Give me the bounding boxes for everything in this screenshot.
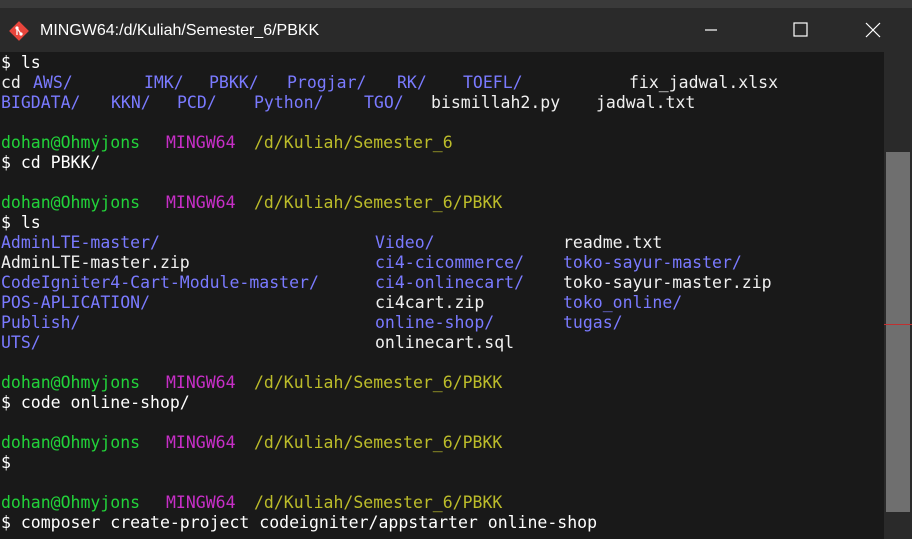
directory-entry: AdminLTE-master/	[1, 233, 160, 252]
directory-entry: KKN/	[111, 93, 151, 112]
prompt-path: /d/Kuliah/Semester_6/PBKK	[254, 373, 503, 392]
close-button[interactable]	[846, 8, 904, 52]
prompt-user: dohan@Ohmyjons	[1, 193, 141, 212]
listing-row: CodeIgniter4-Cart-Module-master/ ci4-onl…	[1, 273, 881, 293]
listing-row: POS-APLICATION/ ci4cart.zip toko_online/	[1, 293, 881, 313]
directory-entry: TOEFL/	[463, 73, 523, 92]
shell-prompt: dohan@Ohmyjons MINGW64 /d/Kuliah/Semeste…	[1, 133, 881, 153]
command-line: $ code online-shop/	[1, 393, 190, 412]
prompt-system: MINGW64	[166, 133, 236, 152]
file-entry: toko-sayur-master.zip	[563, 273, 772, 292]
terminal-output[interactable]: $ ls cd AWS/ IMK/ PBKK/ Progjar/ RK/ TOE…	[0, 52, 884, 539]
directory-entry: PBKK/	[209, 73, 259, 92]
directory-entry: ci4-cicommerce/	[375, 253, 525, 272]
prompt-path: /d/Kuliah/Semester_6/PBKK	[254, 193, 503, 212]
directory-entry: AWS/	[33, 73, 73, 92]
directory-entry: online-shop/	[375, 313, 495, 332]
minimize-button[interactable]	[682, 8, 740, 52]
listing-row: Publish/ online-shop/ tugas/	[1, 313, 881, 333]
title-bar[interactable]: MINGW64:/d/Kuliah/Semester_6/PBKK	[0, 8, 912, 52]
prompt-system: MINGW64	[166, 433, 236, 452]
file-entry: bismillah2.py	[431, 93, 561, 112]
listing-row: cd AWS/ IMK/ PBKK/ Progjar/ RK/ TOEFL/ f…	[1, 73, 881, 93]
directory-entry: POS-APLICATION/	[1, 293, 151, 312]
scrollbar-thumb[interactable]	[886, 152, 910, 512]
prompt-user: dohan@Ohmyjons	[1, 133, 141, 152]
directory-entry: PCD/	[177, 93, 217, 112]
prompt-user: dohan@Ohmyjons	[1, 373, 141, 392]
command-line: $ cd PBKK/	[1, 153, 101, 172]
directory-entry: ci4-onlinecart/	[375, 273, 525, 292]
window-title: MINGW64:/d/Kuliah/Semester_6/PBKK	[40, 22, 320, 39]
command-line: $ ls	[1, 53, 41, 72]
directory-entry: Publish/	[1, 313, 81, 332]
command-line: $	[1, 453, 11, 472]
prompt-user: dohan@Ohmyjons	[1, 493, 141, 512]
listing-row: AdminLTE-master/ Video/ readme.txt	[1, 233, 881, 253]
directory-entry: toko-sayur-master/	[563, 253, 742, 272]
prompt-user: dohan@Ohmyjons	[1, 433, 141, 452]
file-entry: ci4cart.zip	[375, 293, 485, 312]
directory-entry: Python/	[254, 93, 324, 112]
directory-entry: Video/	[375, 233, 435, 252]
prompt-system: MINGW64	[166, 493, 236, 512]
file-entry: onlinecart.sql	[375, 333, 515, 352]
directory-entry: BIGDATA/	[1, 93, 81, 112]
file-entry: jadwal.txt	[596, 93, 696, 112]
prompt-system: MINGW64	[166, 373, 236, 392]
file-entry: readme.txt	[563, 233, 663, 252]
directory-entry: toko_online/	[563, 293, 683, 312]
shell-prompt: dohan@Ohmyjons MINGW64 /d/Kuliah/Semeste…	[1, 373, 881, 393]
vertical-scrollbar[interactable]	[884, 52, 912, 539]
directory-entry: tugas/	[563, 313, 623, 332]
prompt-path: /d/Kuliah/Semester_6	[254, 133, 453, 152]
shell-prompt: dohan@Ohmyjons MINGW64 /d/Kuliah/Semeste…	[1, 433, 881, 453]
file-entry: AdminLTE-master.zip	[1, 253, 190, 272]
file-entry: fix_jadwal.xlsx	[629, 73, 779, 92]
background-browser-tabs	[0, 0, 912, 8]
listing-row: UTS/ onlinecart.sql	[1, 333, 881, 353]
directory-entry: TGO/	[364, 93, 404, 112]
directory-entry: CodeIgniter4-Cart-Module-master/	[1, 273, 319, 292]
maximize-button[interactable]	[770, 8, 828, 52]
directory-entry: IMK/	[144, 73, 184, 92]
command-line: $ ls	[1, 213, 41, 232]
listing-row: AdminLTE-master.zip ci4-cicommerce/ toko…	[1, 253, 881, 273]
directory-entry: Progjar/	[287, 73, 367, 92]
terminal-window: MINGW64:/d/Kuliah/Semester_6/PBKK $ ls c…	[0, 8, 912, 539]
listing-row: BIGDATA/ KKN/ PCD/ Python/ TGO/ bismilla…	[1, 93, 881, 113]
shell-prompt: dohan@Ohmyjons MINGW64 /d/Kuliah/Semeste…	[1, 493, 881, 513]
background-divider	[884, 324, 912, 325]
shell-prompt: dohan@Ohmyjons MINGW64 /d/Kuliah/Semeste…	[1, 193, 881, 213]
minimize-icon	[705, 29, 717, 31]
prompt-system: MINGW64	[166, 193, 236, 212]
directory-entry: UTS/	[1, 333, 41, 352]
maximize-icon	[793, 22, 808, 37]
listing-prefix: cd	[1, 73, 31, 92]
prompt-path: /d/Kuliah/Semester_6/PBKK	[254, 433, 503, 452]
directory-entry: RK/	[397, 73, 427, 92]
close-icon	[865, 22, 881, 38]
git-bash-icon	[8, 20, 30, 42]
prompt-path: /d/Kuliah/Semester_6/PBKK	[254, 493, 503, 512]
command-line: $ composer create-project codeigniter/ap…	[1, 513, 598, 532]
